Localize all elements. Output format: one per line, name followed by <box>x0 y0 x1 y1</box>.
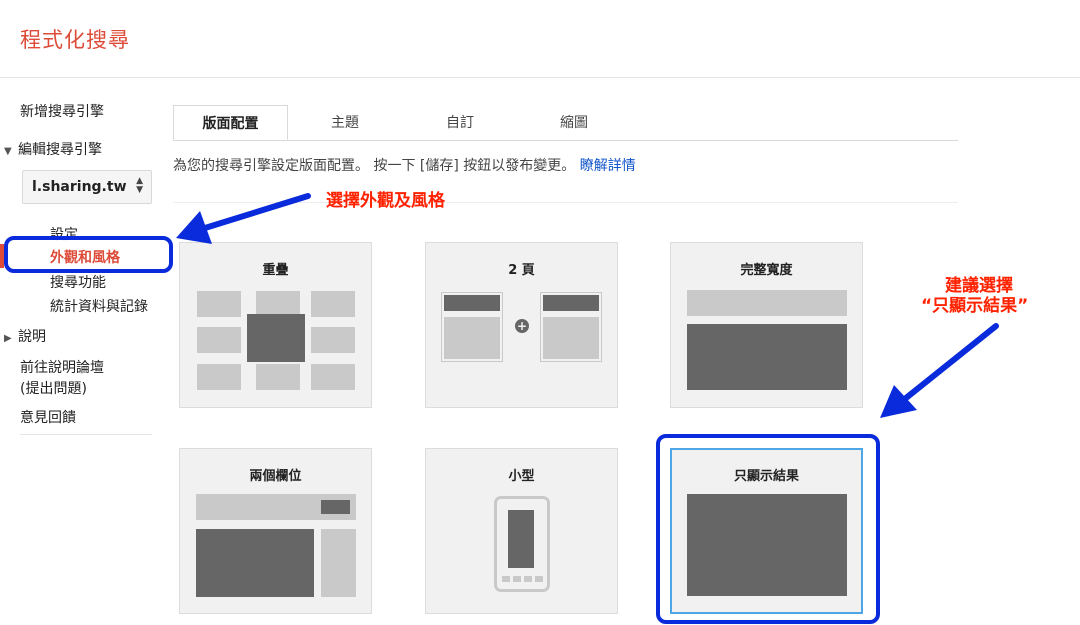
edit-engine-label: 編輯搜尋引擎 <box>18 142 102 158</box>
feedback-link[interactable]: 意見回饋 <box>20 407 76 427</box>
select-arrows-icon: ▲ ▼ <box>136 176 143 195</box>
layout-label: 完整寬度 <box>740 263 793 278</box>
layout-card-results-only[interactable]: 只顯示結果 <box>670 448 863 614</box>
help-label: 說明 <box>18 329 46 345</box>
tab-theme[interactable]: 主題 <box>305 105 385 140</box>
new-engine-link[interactable]: 新增搜尋引擎 <box>20 101 104 121</box>
description-divider <box>173 202 958 203</box>
engine-select-value: l.sharing.tw <box>32 179 127 195</box>
layout-card-two-page[interactable]: 2 頁 + <box>425 242 618 408</box>
description-text: 為您的搜尋引擎設定版面配置。 按一下 [儲存] 按鈕以發布變更。 <box>173 158 576 174</box>
layout-card-overlay[interactable]: 重疊 <box>179 242 372 408</box>
tab-layout[interactable]: 版面配置 <box>173 105 288 140</box>
layout-card-compact[interactable]: 小型 <box>425 448 618 614</box>
tabs-divider <box>173 140 958 141</box>
layout-label: 重疊 <box>262 263 289 278</box>
tab-thumbnails[interactable]: 縮圖 <box>534 105 614 140</box>
sidebar-item-look-and-feel[interactable]: 外觀和風格 <box>50 247 120 267</box>
sidebar-item-statistics[interactable]: 統計資料與記錄 <box>50 296 148 316</box>
arrow-head-icon <box>880 385 917 418</box>
plus-icon: + <box>515 319 529 333</box>
layout-card-full-width[interactable]: 完整寬度 <box>670 242 863 408</box>
sidebar-divider <box>20 434 152 435</box>
sidebar-item-search-features[interactable]: 搜尋功能 <box>50 272 106 292</box>
engine-select[interactable]: l.sharing.tw ▲ ▼ <box>22 170 152 204</box>
layout-label: 只顯示結果 <box>733 469 799 484</box>
help-toggle[interactable]: ▶ 說明 <box>4 326 46 346</box>
arrow-head-icon <box>176 211 212 244</box>
tab-customize[interactable]: 自訂 <box>420 105 500 140</box>
layout-label: 兩個欄位 <box>249 469 302 484</box>
annotation-callout-look: 選擇外觀及風格 <box>326 191 445 211</box>
forum-link-sub[interactable]: (提出問題) <box>20 378 87 398</box>
description: 為您的搜尋引擎設定版面配置。 按一下 [儲存] 按鈕以發布變更。 瞭解詳情 <box>173 155 636 175</box>
annotation-callout-suggest-2: “只顯示結果” <box>921 296 1029 316</box>
active-indicator <box>0 244 4 268</box>
layout-label: 2 頁 <box>508 263 535 278</box>
forum-link[interactable]: 前往說明論壇 <box>20 357 104 377</box>
arrow-to-sidebar <box>202 193 311 231</box>
expand-triangle-icon: ▶ <box>4 333 12 344</box>
learn-more-link[interactable]: 瞭解詳情 <box>580 158 636 174</box>
edit-engine-toggle[interactable]: ▼ 編輯搜尋引擎 <box>4 139 102 159</box>
layout-label: 小型 <box>508 469 535 484</box>
header-divider <box>0 77 1080 78</box>
sidebar: 新增搜尋引擎 ▼ 編輯搜尋引擎 l.sharing.tw ▲ ▼ 設定 外觀和風格 … <box>0 0 160 625</box>
sidebar-item-settings[interactable]: 設定 <box>50 224 78 244</box>
arrow-to-card <box>903 323 999 401</box>
collapse-triangle-icon: ▼ <box>4 146 12 157</box>
layout-card-two-column[interactable]: 兩個欄位 <box>179 448 372 614</box>
